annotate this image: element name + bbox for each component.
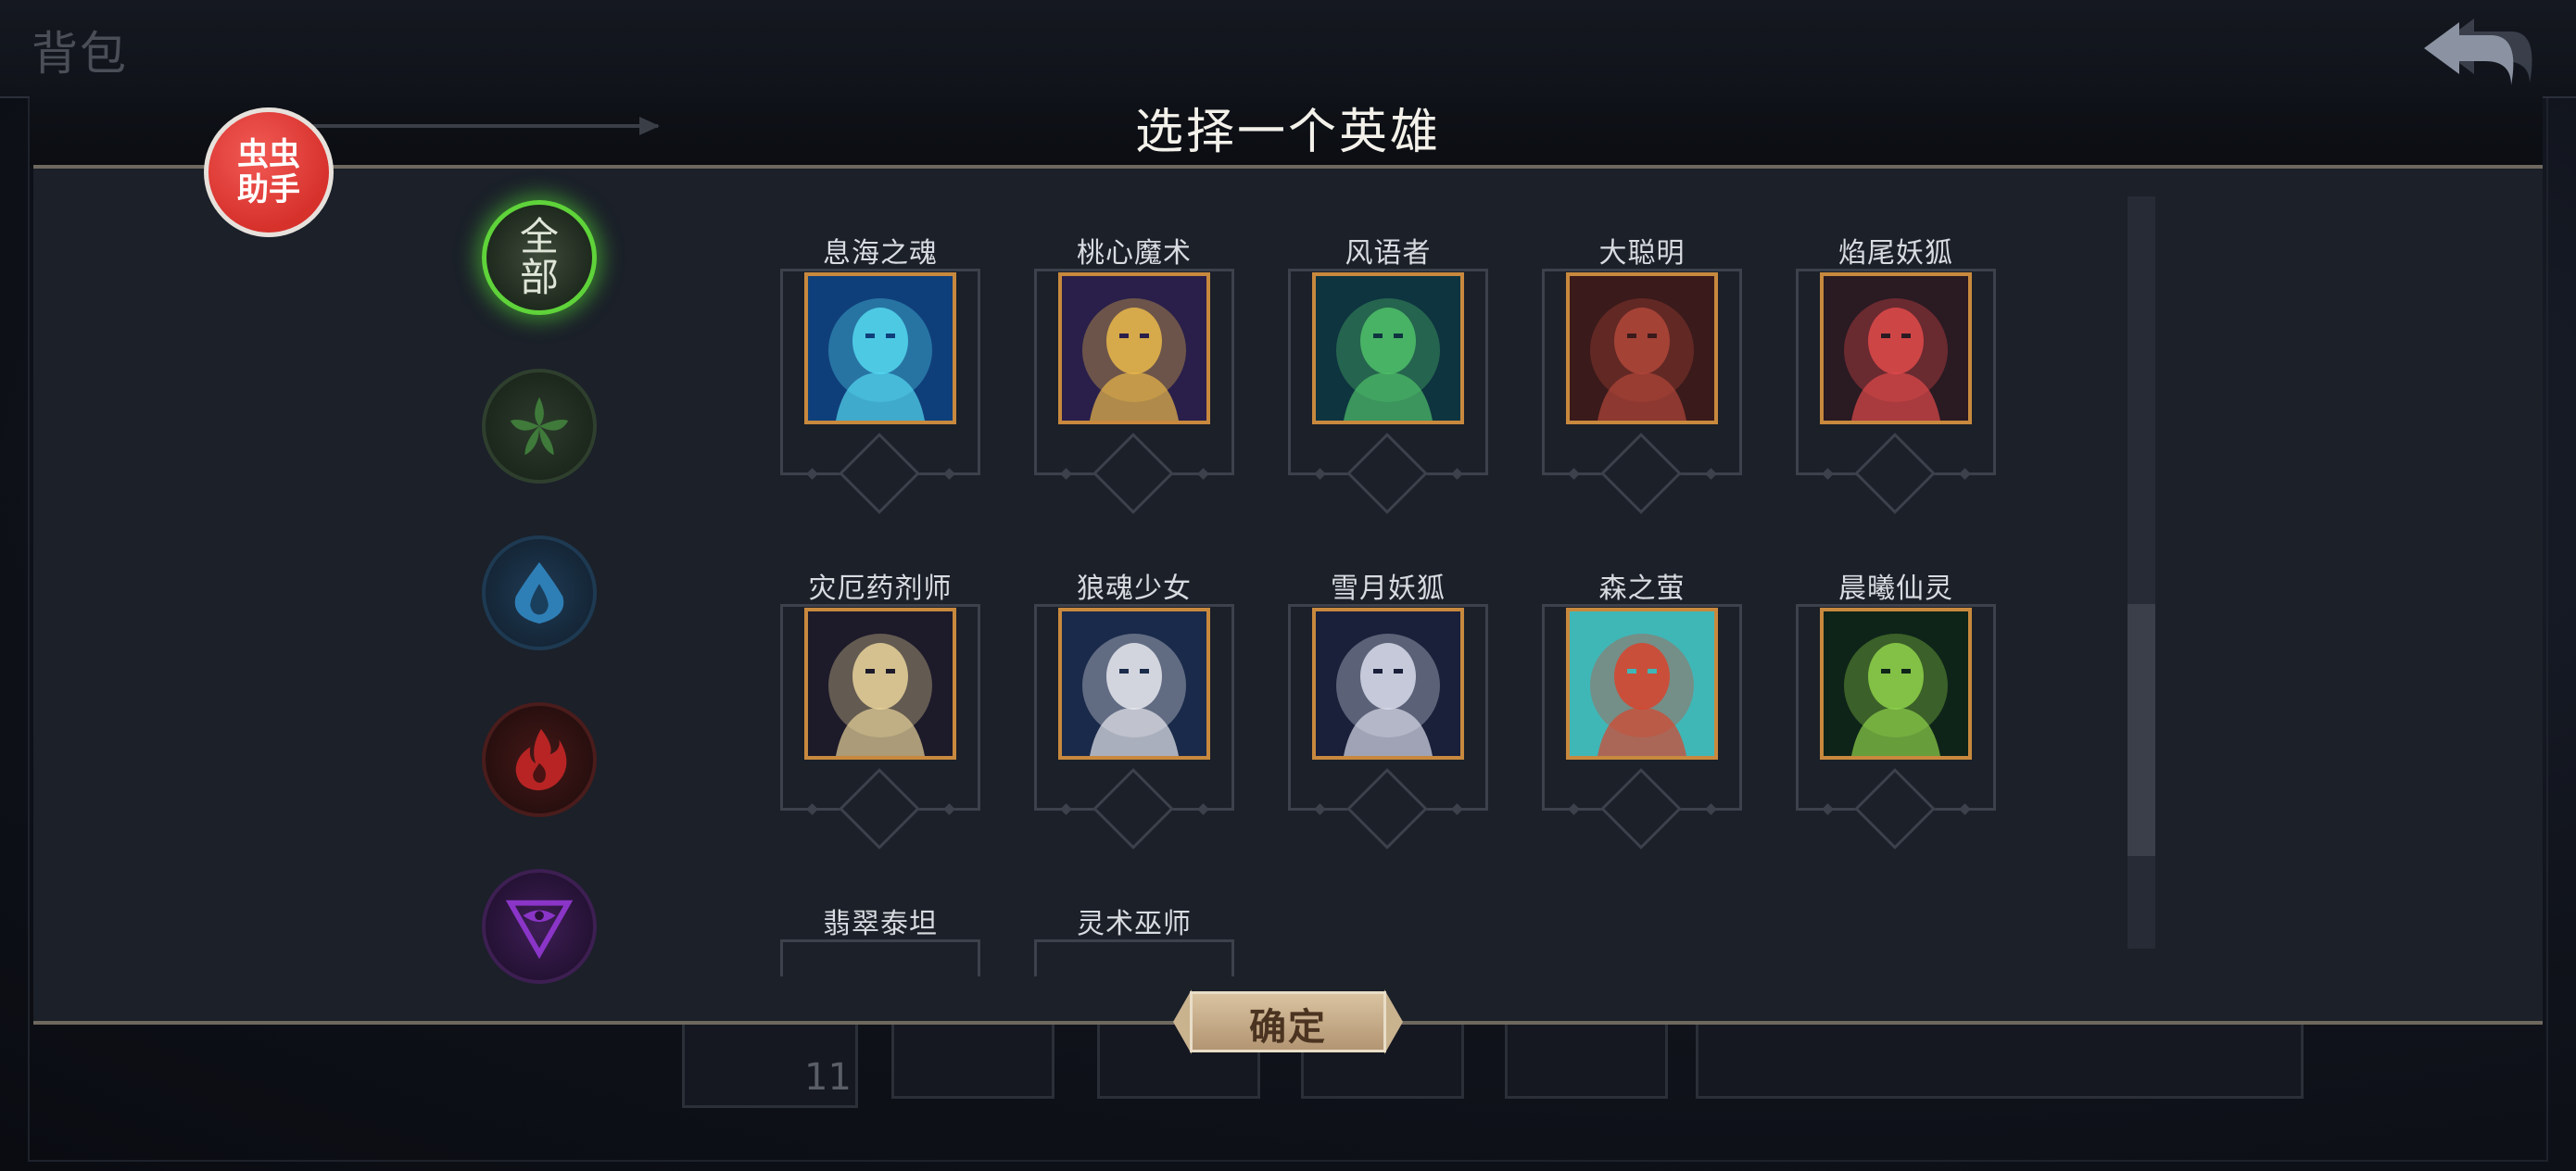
hero-card[interactable]: 大聪明 — [1542, 230, 1746, 535]
hero-name: 森之萤 — [1598, 573, 1686, 605]
hero-card[interactable]: 息海之魂 — [780, 230, 984, 535]
back-arrow-icon — [2424, 19, 2532, 85]
water-drop-icon — [514, 561, 564, 624]
helper-badge-line1: 虫虫 — [237, 136, 300, 173]
hero-name: 大聪明 — [1598, 237, 1686, 270]
helper-badge[interactable]: 虫虫 助手 — [204, 107, 334, 237]
hero-card[interactable]: 晨曦仙灵 — [1796, 565, 2000, 871]
hero-portrait — [1566, 272, 1718, 424]
bag-title: 背包 — [32, 27, 128, 81]
hero-name: 狼魂少女 — [1077, 573, 1192, 605]
hero-portrait — [1312, 608, 1464, 760]
hero-portrait — [1312, 272, 1464, 424]
hero-portrait — [1058, 272, 1210, 424]
filter-fire[interactable] — [482, 702, 597, 817]
hero-portrait — [1566, 608, 1718, 760]
hero-name: 风语者 — [1345, 237, 1432, 270]
confirm-button-label: 确定 — [1249, 1006, 1327, 1049]
hero-portrait — [804, 272, 956, 424]
filter-nature[interactable] — [482, 369, 597, 484]
hero-portrait — [1820, 272, 1972, 424]
all-text-icon: 全部 — [519, 217, 560, 298]
inventory-slot — [1505, 1019, 1668, 1099]
hero-card[interactable]: 雪月妖狐 — [1288, 565, 1492, 871]
hero-name: 息海之魂 — [823, 237, 938, 270]
hero-card[interactable]: 森之萤 — [1542, 565, 1746, 871]
hero-card[interactable]: 桃心魔术 — [1034, 230, 1238, 535]
confirm-button[interactable]: 确定 — [1173, 984, 1403, 1060]
hero-card[interactable]: 灵术巫师 — [1034, 900, 1238, 976]
hero-card[interactable]: 翡翠泰坦 — [780, 900, 984, 976]
hero-name: 灵术巫师 — [1077, 908, 1192, 940]
hero-name: 雪月妖狐 — [1331, 573, 1446, 605]
triangle-eye-icon — [505, 900, 574, 960]
top-bar: 背包 — [0, 0, 2576, 98]
filter-all-label: 全部 — [519, 214, 559, 300]
inventory-detail-box — [1696, 1019, 2304, 1099]
hero-portrait — [1820, 608, 1972, 760]
hero-card[interactable]: 灾厄药剂师 — [780, 565, 984, 871]
hero-card[interactable]: 风语者 — [1288, 230, 1492, 535]
hero-name: 桃心魔术 — [1077, 237, 1192, 270]
hero-card-frame — [780, 939, 980, 976]
hero-name: 焰尾妖狐 — [1838, 237, 1953, 270]
hero-card[interactable]: 焰尾妖狐 — [1796, 230, 2000, 535]
hero-card-frame — [1034, 939, 1234, 976]
flame-icon — [515, 728, 567, 791]
hero-name: 翡翠泰坦 — [823, 908, 938, 940]
filter-all[interactable]: 全部 — [482, 200, 597, 315]
item-count: 11 — [804, 1056, 852, 1099]
filter-dark[interactable] — [482, 869, 597, 984]
hero-name: 晨曦仙灵 — [1838, 573, 1953, 605]
inventory-slot — [891, 1019, 1054, 1099]
hero-name: 灾厄药剂师 — [808, 573, 953, 605]
filter-water[interactable] — [482, 535, 597, 650]
hero-portrait — [804, 608, 956, 760]
back-button[interactable] — [2418, 19, 2548, 89]
helper-badge-line2: 助手 — [237, 171, 300, 208]
hero-portrait — [1058, 608, 1210, 760]
hero-card[interactable]: 狼魂少女 — [1034, 565, 1238, 871]
leaf-icon — [510, 397, 569, 456]
dialog-title: 选择一个英雄 — [1134, 105, 1441, 160]
scrollbar-thumb[interactable] — [2128, 604, 2155, 856]
